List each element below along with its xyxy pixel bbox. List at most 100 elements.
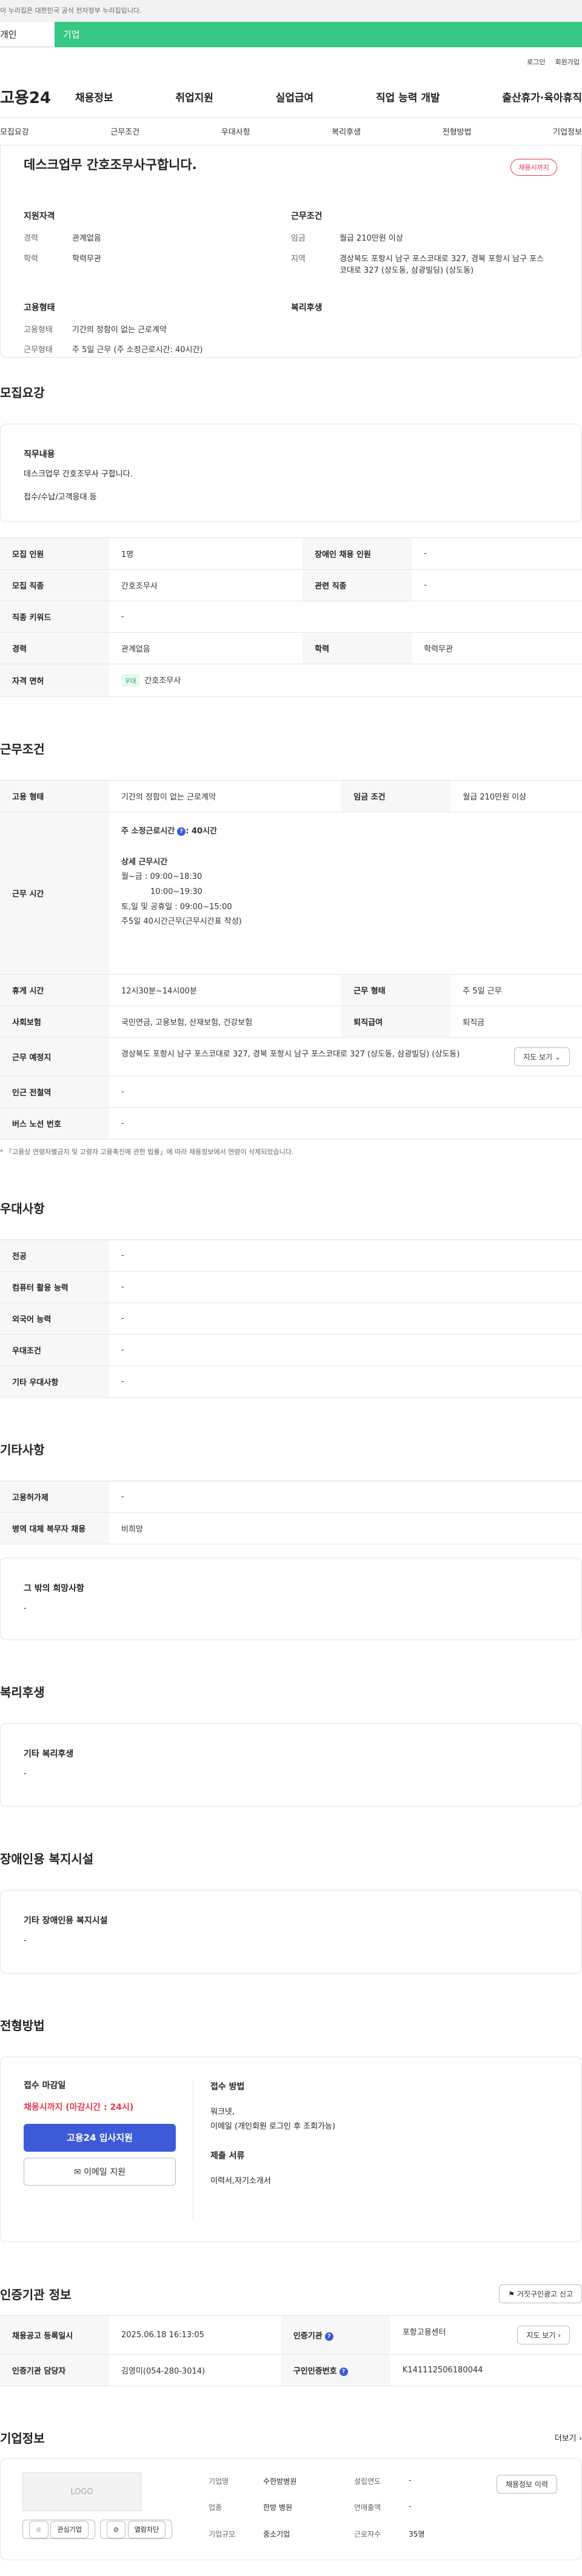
cell-value: 월급 210만원 이상 [450,780,582,812]
cell-key: 모집 인원 [0,538,109,570]
cell-key: 컴퓨터 활용 능력 [0,1271,109,1303]
menu-parental-leave[interactable]: 출산휴가·육아휴직 [502,89,582,104]
cell-value: - [109,1076,582,1108]
tab-preferences[interactable]: 우대사항 [221,125,250,137]
hours-line: 월~금 : 09:00~18:30 [121,872,202,882]
agency-title: 인증기관 정보 [0,2287,72,2302]
table-row: 사회보험 국민연금, 고용보험, 산재보험, 건강보험 퇴직급여 퇴직금 [0,1006,582,1038]
info-icon[interactable]: ? [339,2367,348,2376]
cell-key: 전공 [0,1240,109,1272]
cell-key: 버스 노선 번호 [0,1107,109,1140]
tab-personal[interactable]: 개인 [0,22,55,47]
work-hours-detail: 주 소정근로시간?: 40시간 상세 근무시간 월~금 : 09:00~18:3… [109,812,582,975]
cell-value: - [109,1240,582,1272]
menu-unemployment-benefit[interactable]: 실업급여 [276,89,314,104]
agency-map-label: 지도 보기 [526,2331,556,2340]
map-view-button[interactable]: 지도 보기 ⌄ [514,1047,570,1066]
age-note: * 「고용상 연령차별금지 및 고령자 고용촉진에 관한 법률」에 따라 채용정… [0,1148,294,1156]
menu-job-info[interactable]: 채용정보 [75,89,113,104]
emp-value: 기간의 정함이 없는 근로계약 [72,325,167,335]
emp-key: 고용형태 [24,325,53,335]
cell-value: - [109,1107,582,1140]
email-apply-button[interactable]: ✉ 이메일 지원 [24,2158,176,2186]
cell-value: - [109,1366,582,1398]
table-row: 직종 키워드 - [0,601,582,633]
weekly-hours-label: 주 소정근로시간 [121,827,175,836]
apply-button[interactable]: 고용24 입사지원 [24,2124,176,2152]
favorite-company-button[interactable]: ☆ 관심기업 [22,2520,95,2539]
cell-key: 외국어 능력 [0,1303,109,1335]
agency-header: 인증기관 정보 ⚑ 거짓구인광고 신고 [0,2284,582,2303]
block-view-button[interactable]: ⊘ 열람차단 [99,2520,173,2539]
block-label: 열람차단 [127,2521,166,2538]
method-heading: 접수 방법 [210,2082,245,2092]
table-row: 외국어 능력 - [0,1303,582,1335]
disabled-box-value: - [24,1936,27,1946]
tab-welfare[interactable]: 복리후생 [332,125,361,137]
cell-value: 2025.06.18 16:13:05 [109,2315,281,2355]
emp-heading: 고용형태 [24,302,55,313]
other-wishes-heading: 그 밖의 희망사항 [24,1584,84,1593]
site-logo[interactable]: 고용24 [0,85,61,108]
cell-value: - [412,538,582,570]
cell-value: 간호조무사 [109,569,303,601]
cell-key: 경력 [0,632,109,664]
emp-value: 주 5일 근무 (주 소정근로시간: 40시간) [72,345,203,355]
menu-employment-support[interactable]: 취업지원 [175,89,213,104]
info-key: 기업명 [209,2477,229,2486]
qual-value: 관계없음 [72,234,101,243]
info-icon[interactable]: ? [177,827,186,836]
user-type-switch: 개인 기업 [0,22,582,47]
cell-value: 포항고용센터 지도 보기 › [390,2315,582,2355]
more-link[interactable]: 더보기 › [555,2432,582,2443]
join-link[interactable]: 회원가입 [555,57,580,67]
agency-map-button[interactable]: 지도 보기 › [517,2326,570,2344]
welfare-title: 복리후생 [0,1685,45,1700]
job-history-button[interactable]: 채용정보 이력 [496,2475,557,2494]
deadline-badge: 채용시까지 [510,159,557,176]
cell-key: 직종 키워드 [0,601,109,633]
cond-value: 경상북도 포항시 남구 포스코대로 327, 경북 포항시 남구 포스코대로 3… [340,254,544,276]
cell-key-text: 구인인증번호 [293,2367,337,2376]
cell-value: K141112506180044 [390,2354,582,2386]
welfare-heading: 복리후생 [291,302,323,313]
info-key: 설립연도 [354,2477,381,2486]
welfare-box-heading: 기타 복리후생 [24,1749,74,1759]
mail-icon: ✉ [73,2167,81,2177]
info-icon[interactable]: ? [324,2332,333,2341]
tab-company[interactable]: 기업 [55,22,582,47]
cell-value: 비희망 [109,1512,582,1544]
tab-recruit[interactable]: 모집요강 [0,125,29,137]
weekly-hours-value: : 40시간 [186,827,217,836]
agency-table: 채용공고 등록일시 2025.06.18 16:13:05 인증기관? 포항고용센터 … [0,2315,582,2386]
tab-work-conditions[interactable]: 근무조건 [110,125,139,137]
login-link[interactable]: 로그인 [527,57,545,67]
cell-value: 기간의 정함이 없는 근로계약 [109,780,342,812]
company-header: 기업정보 더보기 › [0,2429,582,2446]
cell-key: 인증기관? [281,2315,390,2355]
cell-key: 우대조건 [0,1334,109,1366]
detail-hours-heading: 상세 근무시간 [121,857,168,867]
menu-vocational-training[interactable]: 직업 능력 개발 [376,89,440,104]
info-value: - [409,2476,412,2484]
cell-value: 경상북도 포항시 남구 포스코대로 327, 경북 포항시 남구 포스코대로 3… [109,1037,582,1076]
report-button[interactable]: ⚑ 거짓구인광고 신고 [499,2284,582,2303]
qual-key: 학력 [24,254,38,264]
docs-heading: 제출 서류 [210,2151,245,2161]
preferred-tag: 우대 [121,674,140,687]
work-table: 고용 형태 기간의 정함이 없는 근로계약 임금 조건 월급 210만원 이상 근무 … [0,780,582,1140]
table-row: 모집 직종 간호조무사 관련 직종 - [0,569,582,601]
cond-value: 월급 210만원 이상 [340,234,403,243]
table-row: 전공 - [0,1240,582,1272]
cell-value: - [109,1334,582,1366]
cell-key: 구인인증번호? [281,2354,390,2386]
cell-key: 근무 형태 [341,974,451,1006]
tab-company-info[interactable]: 기업정보 [553,125,582,137]
other-wishes-box: 그 밖의 희망사항 - [0,1558,582,1640]
info-value: 35명 [409,2529,425,2538]
tab-process[interactable]: 전형방법 [443,125,472,137]
cell-value: - [109,601,582,633]
work-title: 근무조건 [0,742,45,756]
company-name: 수한방병원 [263,2477,297,2486]
table-row: 버스 노선 번호 - [0,1107,582,1140]
